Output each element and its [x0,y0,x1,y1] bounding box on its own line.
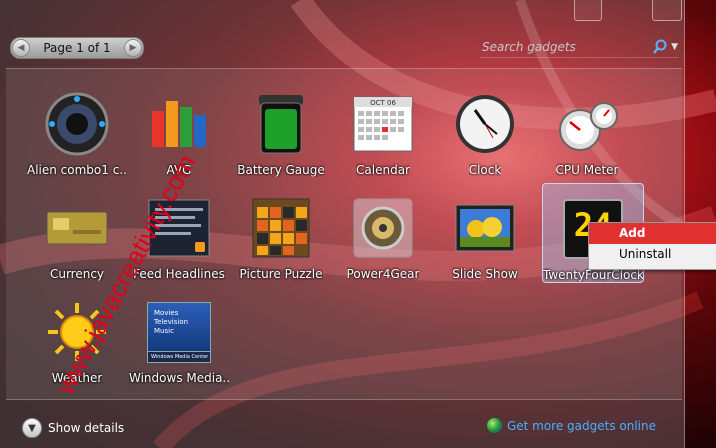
chevron-down-icon[interactable]: ▼ [22,418,42,438]
media-center-icon: Movies Television Music Windows Media Ce… [144,297,214,367]
media-menu-item: Music [154,326,174,335]
page-indicator: Page 1 of 1 [43,41,111,55]
gadget-tile[interactable]: CPU Meter [536,79,638,179]
slideshow-icon [450,193,520,263]
gadget-tile[interactable]: Battery Gauge [230,79,332,179]
alien-icon [42,89,112,159]
search-input[interactable] [480,39,634,55]
battery-icon [246,89,316,159]
show-details-toggle[interactable]: ▼ Show details [22,418,124,438]
gadget-label: TwentyFourClock [543,268,643,282]
get-more-gadgets-link[interactable]: Get more gadgets online [486,418,656,433]
cpu-meter-icon [552,89,622,159]
globe-icon [486,418,502,433]
get-more-gadgets-label: Get more gadgets online [506,418,656,433]
media-center-footer: Windows Media Center [147,351,211,363]
search-icon[interactable]: ▼ [652,39,678,55]
clock-icon [450,89,520,159]
media-menu-item: Movies [154,308,179,317]
power4gear-icon [348,193,418,263]
media-menu-item: Television [154,317,189,326]
calendar-icon: OCT 06 [348,89,418,159]
gadget-label: CPU Meter [555,163,619,177]
context-menu-uninstall[interactable]: Uninstall [589,244,716,265]
show-details-label: Show details [48,421,125,435]
gadget-label: Feed Headlines [133,267,225,281]
gadget-label: Slide Show [452,267,518,281]
gadget-label: Clock [468,163,502,177]
gadget-tile[interactable]: Clock [434,79,536,179]
gadget-tile[interactable]: Slide Show [434,183,536,283]
gadget-label: Power4Gear [346,267,420,281]
context-menu-add[interactable]: Add [589,223,716,244]
search-dropdown-icon[interactable]: ▼ [671,42,678,52]
search-box: ▼ [480,37,678,58]
gadget-label: Battery Gauge [237,163,325,177]
gadget-tile[interactable]: Movies Television Music Windows Media Ce… [128,287,230,387]
page-navigator: ◀ Page 1 of 1 ▶ [10,37,144,59]
gadget-label: Picture Puzzle [239,267,323,281]
gadget-gallery-window: ◀ Page 1 of 1 ▶ ▼ Alien combo1 c... AVG [0,0,685,448]
calendar-month: OCT 06 [370,99,396,107]
gadget-tile[interactable]: Alien combo1 c... [26,79,128,179]
currency-icon [42,193,112,263]
footer-bar: ▼ Show details Get more gadgets online [0,408,684,448]
gadget-label: Currency [49,267,105,281]
previous-page-button[interactable]: ◀ [12,39,30,57]
context-menu: Add Uninstall [588,222,716,270]
window-button[interactable] [574,0,602,21]
gadget-grid: Alien combo1 c... AVG Battery Gauge OCT … [6,68,682,400]
gadget-tile[interactable]: Picture Puzzle [230,183,332,283]
gadget-tile[interactable]: OCT 06 Calendar [332,79,434,179]
next-page-button[interactable]: ▶ [124,39,142,57]
window-button[interactable] [652,0,682,21]
gadget-label: Windows Media... [129,371,229,385]
gadget-label: Alien combo1 c... [27,163,127,177]
gadget-label: Calendar [356,163,410,177]
gadget-tile[interactable]: Power4Gear [332,183,434,283]
puzzle-icon [246,193,316,263]
